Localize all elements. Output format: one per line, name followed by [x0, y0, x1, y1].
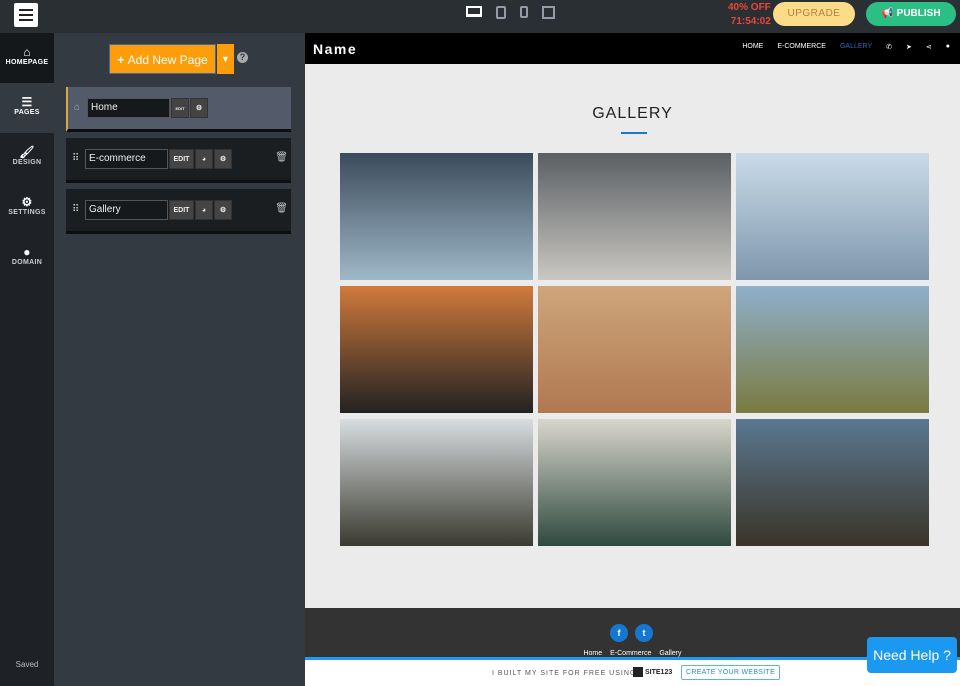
trash-icon[interactable]: 🗑	[275, 203, 288, 214]
edit-button[interactable]: EDIT	[171, 98, 189, 118]
palette-icon[interactable]: ◕	[195, 200, 213, 220]
home-icon: ⌂	[23, 45, 31, 59]
site-preview: Name HOME E-COMMERCE GALLERY ✆ ➤ ⋖ ● GAL…	[305, 33, 960, 686]
page-row-ecommerce[interactable]: ⠿ E-commerce EDIT ◕ ⚙ 🗑	[66, 138, 291, 183]
label: Add New Page	[127, 53, 208, 67]
create-website-button[interactable]: CREATE YOUR WEBSITE	[681, 665, 781, 680]
gallery-image[interactable]	[736, 419, 929, 546]
globe-icon: ●	[23, 245, 31, 259]
footer-link[interactable]: Gallery	[659, 650, 681, 657]
top-bar: 40% OFF 71:54:02 UPGRADE 📢 PUBLISH	[0, 0, 960, 33]
promo: 40% OFF 71:54:02	[728, 1, 771, 29]
phone-icon[interactable]: ✆	[886, 43, 892, 51]
site-nav: HOME E-COMMERCE GALLERY ✆ ➤ ⋖ ●	[742, 43, 950, 51]
page-name-input[interactable]: Home	[87, 98, 170, 118]
nav-home[interactable]: HOME	[742, 43, 763, 51]
gallery-image[interactable]	[538, 153, 731, 280]
facebook-icon[interactable]: f	[610, 624, 628, 642]
add-page-dropdown-button[interactable]: ▼	[217, 44, 234, 74]
plus-icon: +	[117, 53, 128, 67]
brand-text: SITE123	[645, 668, 673, 676]
label: DOMAIN	[11, 259, 43, 266]
footer-link[interactable]: E-Commerce	[610, 650, 651, 657]
trash-icon[interactable]: 🗑	[275, 152, 288, 163]
sidebar-item-domain[interactable]: ● DOMAIN	[0, 233, 54, 283]
credit-text: I BUILT MY SITE FOR FREE USING	[492, 670, 637, 677]
nav-gallery[interactable]: GALLERY	[840, 43, 872, 51]
gallery-image[interactable]	[538, 419, 731, 546]
pages-panel: + Add New Page ▼ ? ⌂ Home EDIT ⚙ ⠿ E-com…	[54, 33, 305, 686]
promo-text: 40% OFF	[728, 2, 771, 13]
footer-links: Home E-Commerce Gallery	[305, 650, 960, 657]
tablet-view-icon[interactable]	[496, 6, 506, 19]
publish-label: PUBLISH	[896, 8, 941, 19]
pages-icon: ☰	[21, 95, 33, 109]
label: HOMEPAGE	[5, 59, 49, 66]
drag-handle-icon[interactable]: ⠿	[72, 204, 79, 215]
sidebar-item-homepage[interactable]: ⌂ HOMEPAGE	[0, 33, 54, 83]
palette-icon[interactable]: ◕	[195, 149, 213, 169]
site123-logo: SITE123	[633, 667, 672, 677]
site-name[interactable]: Name	[313, 41, 357, 57]
open-external-icon[interactable]	[542, 6, 555, 19]
mobile-view-icon[interactable]	[520, 6, 528, 18]
gallery-image[interactable]	[736, 153, 929, 280]
gallery-image[interactable]	[340, 419, 533, 546]
page-name-input[interactable]: Gallery	[85, 200, 168, 220]
publish-button[interactable]: 📢 PUBLISH	[866, 2, 956, 26]
location-icon[interactable]: ➤	[906, 43, 912, 51]
gallery-title: GALLERY	[592, 105, 673, 122]
add-new-page-button[interactable]: + Add New Page	[109, 44, 216, 74]
sidebar-item-design[interactable]: 🖌 DESIGN	[0, 133, 54, 183]
save-status: Saved	[15, 660, 39, 669]
page-row-gallery[interactable]: ⠿ Gallery EDIT ◕ ⚙ 🗑	[66, 189, 291, 234]
site-footer: f t Home E-Commerce Gallery	[305, 608, 960, 660]
edit-button[interactable]: EDIT	[169, 200, 194, 220]
page-name-input[interactable]: E-commerce	[85, 149, 168, 169]
gallery-image[interactable]	[340, 153, 533, 280]
brush-icon: 🖌	[19, 145, 35, 159]
home-icon: ⌂	[74, 102, 81, 113]
upgrade-button[interactable]: UPGRADE	[773, 2, 855, 26]
nav-ecommerce[interactable]: E-COMMERCE	[777, 43, 826, 51]
user-icon[interactable]: ●	[946, 43, 950, 51]
megaphone-icon: 📢	[881, 8, 897, 19]
page-row-home[interactable]: ⌂ Home EDIT ⚙	[66, 87, 291, 132]
label: DESIGN	[12, 159, 42, 166]
gallery-image[interactable]	[340, 286, 533, 413]
edit-button[interactable]: EDIT	[169, 149, 194, 169]
gear-icon[interactable]: ⚙	[214, 149, 232, 169]
gallery-image[interactable]	[736, 286, 929, 413]
promo-timer: 71:54:02	[730, 16, 771, 27]
help-icon[interactable]: ?	[237, 52, 248, 63]
twitter-icon[interactable]: t	[635, 624, 653, 642]
drag-handle-icon[interactable]: ⠿	[72, 153, 79, 164]
sidebar-item-settings[interactable]: ⚙ SETTINGS	[0, 183, 54, 233]
sidebar-item-pages[interactable]: ☰ PAGES	[0, 83, 54, 133]
logo-icon[interactable]	[14, 3, 38, 27]
credit-bar: I BUILT MY SITE FOR FREE USING SITE123 C…	[305, 660, 960, 686]
gear-icon[interactable]: ⚙	[214, 200, 232, 220]
need-help-button[interactable]: Need Help ?	[867, 637, 957, 673]
gear-icon[interactable]: ⚙	[190, 98, 208, 118]
desktop-view-icon[interactable]	[466, 6, 482, 17]
label: PAGES	[14, 109, 40, 116]
label: SETTINGS	[8, 209, 46, 216]
title-underline	[621, 132, 647, 134]
gear-icon: ⚙	[21, 195, 33, 209]
gallery-grid	[340, 153, 929, 546]
footer-link[interactable]: Home	[583, 650, 602, 657]
sidebar-rail: ⌂ HOMEPAGE ☰ PAGES 🖌 DESIGN ⚙ SETTINGS ● DOMA…	[0, 33, 54, 686]
site-header: Name HOME E-COMMERCE GALLERY ✆ ➤ ⋖ ●	[305, 33, 960, 64]
gallery-image[interactable]	[538, 286, 731, 413]
share-icon[interactable]: ⋖	[926, 43, 932, 51]
